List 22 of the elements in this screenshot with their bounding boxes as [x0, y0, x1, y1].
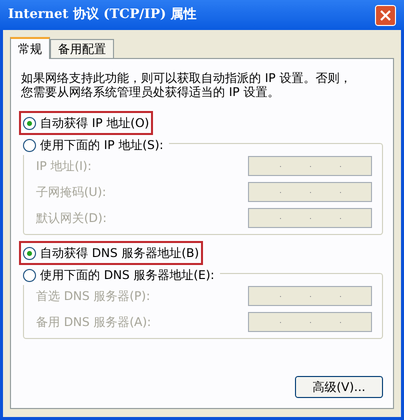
radio-label: 使用下面的 DNS 服务器地址(E): [40, 267, 214, 284]
radio-label: 使用下面的 IP 地址(S): [40, 137, 164, 154]
field-label: IP 地址(I): [36, 158, 92, 175]
advanced-button[interactable]: 高级(V)... [295, 376, 383, 398]
window-title: Internet 协议 (TCP/IP) 属性 [8, 6, 197, 24]
radio-label: 自动获得 IP 地址(O) [40, 115, 150, 132]
radio-button[interactable] [23, 116, 36, 130]
close-icon [380, 10, 391, 20]
tab[interactable]: 备用配置 [50, 39, 114, 58]
radio-label: 自动获得 DNS 服务器地址(B) [40, 245, 200, 262]
close-button[interactable] [375, 4, 396, 26]
radio-button[interactable] [23, 268, 36, 282]
radio-button[interactable] [23, 246, 36, 260]
radio-option[interactable]: 使用下面的 IP 地址(S): [21, 135, 166, 155]
field-label: 默认网关(D): [36, 210, 107, 227]
radio-option[interactable]: 使用下面的 DNS 服务器地址(E): [21, 265, 216, 285]
field-label: 备用 DNS 服务器(A): [36, 314, 152, 331]
field-label: 首选 DNS 服务器(P): [36, 288, 150, 305]
tab[interactable]: 常规 [10, 37, 50, 59]
intro-text: 如果网络支持此功能，则可以获取自动指派的 IP 设置。否则，您需要从网络系统管理员处获得适当的 IP 设置。 [21, 71, 352, 99]
radio-button[interactable] [23, 138, 36, 152]
field-label: 子网掩码(U): [36, 184, 106, 201]
